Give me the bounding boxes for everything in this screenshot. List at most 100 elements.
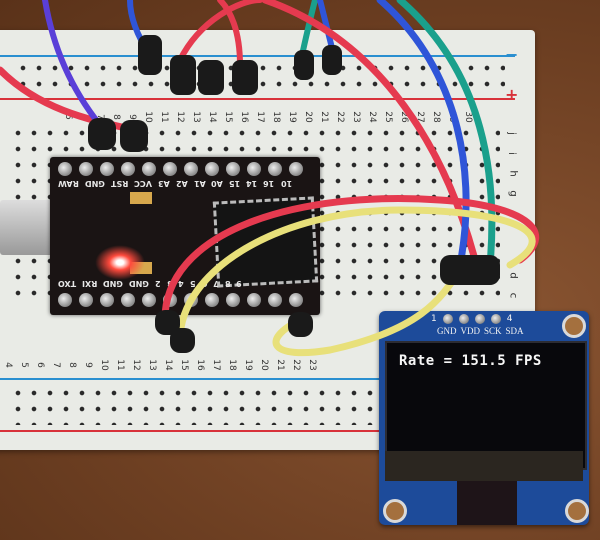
mount-hole bbox=[565, 499, 589, 523]
pin-label: 3 bbox=[166, 279, 173, 288]
mount-hole bbox=[383, 499, 407, 523]
pin bbox=[247, 293, 261, 307]
column-number: 18 bbox=[271, 111, 281, 123]
power-led-glow bbox=[95, 245, 145, 280]
row-label-j: j bbox=[505, 132, 517, 135]
pin bbox=[268, 162, 282, 176]
pin bbox=[226, 293, 240, 307]
column-number: 23 bbox=[351, 111, 361, 123]
oled-display-text: Rate = 151.5 FPS bbox=[399, 353, 542, 369]
column-number: 21 bbox=[319, 111, 329, 123]
pin bbox=[442, 314, 453, 324]
column-number: 28 bbox=[431, 111, 441, 123]
pin bbox=[163, 162, 177, 176]
top-rail-holes bbox=[15, 60, 505, 92]
column-number: 13 bbox=[147, 359, 157, 371]
pin-label: 16 bbox=[263, 179, 275, 188]
column-number: 17 bbox=[255, 111, 265, 123]
pin-name-vdd: VDD bbox=[460, 326, 481, 336]
microcontroller-chip bbox=[212, 196, 319, 288]
column-number: 7 bbox=[95, 114, 105, 120]
bottom-column-numbers: 4 5 6 7 8 9 10 11 12 13 14 15 16 17 18 19 20 21 22 23 bbox=[0, 359, 320, 371]
column-number: 9 bbox=[127, 114, 137, 120]
column-number: 16 bbox=[195, 359, 205, 371]
pin-label: 4 bbox=[178, 279, 184, 288]
column-number: 25 bbox=[383, 111, 393, 123]
pin bbox=[289, 162, 303, 176]
column-number: 15 bbox=[179, 359, 189, 371]
pin-label: 9 bbox=[236, 279, 242, 288]
column-number: 14 bbox=[207, 111, 217, 123]
pin-label: 2 bbox=[155, 279, 161, 288]
pro-micro-board: RAW GND RST VCC A3 A2 A1 A0 15 14 16 10 TXO RXI GND GN… bbox=[50, 157, 320, 315]
pin bbox=[100, 162, 114, 176]
pin bbox=[458, 314, 469, 324]
pin bbox=[142, 293, 156, 307]
pin bbox=[184, 293, 198, 307]
pin-label: 14 bbox=[246, 179, 258, 188]
rail-minus-label: − bbox=[505, 45, 519, 64]
bottom-rail-holes bbox=[10, 385, 380, 425]
photo-scene: 5 6 7 8 9 10 11 12 13 14 15 16 17 18 19 20 21 22 23 24 25 26 2… bbox=[0, 0, 600, 540]
pin-label: GND bbox=[129, 279, 150, 288]
top-pin-header bbox=[58, 162, 303, 176]
pin bbox=[247, 162, 261, 176]
column-number: 15 bbox=[223, 111, 233, 123]
oled-pin-names: GND VDD SCK SDA bbox=[437, 326, 524, 336]
column-number: 22 bbox=[335, 111, 345, 123]
column-number: 10 bbox=[143, 111, 153, 123]
top-rail-red-line bbox=[0, 98, 515, 100]
column-number: 13 bbox=[191, 111, 201, 123]
pin bbox=[142, 162, 156, 176]
pin-label: 5 bbox=[190, 279, 196, 288]
pin-index-start: 1 bbox=[431, 314, 437, 324]
column-number: 10 bbox=[99, 359, 109, 371]
oled-display-module: 1 4 GND VDD SCK SDA Rate = 151.5 FPS bbox=[379, 311, 589, 525]
row-label-i: i bbox=[505, 152, 517, 155]
pin-label: A2 bbox=[175, 179, 188, 188]
column-number: 8 bbox=[67, 362, 77, 368]
pin bbox=[58, 162, 72, 176]
oled-pin-header: 1 4 bbox=[431, 314, 512, 324]
top-column-numbers: 5 6 7 8 9 10 11 12 13 14 15 16 17 18 19 20 21 22 23 24 25 26 2… bbox=[60, 111, 476, 123]
pin-label: A1 bbox=[193, 179, 206, 188]
pin-label: TXO bbox=[58, 279, 77, 288]
pin-label: 6 bbox=[201, 279, 208, 288]
column-number: 29 bbox=[447, 111, 457, 123]
pin-label: RST bbox=[110, 179, 129, 188]
column-number: 16 bbox=[239, 111, 249, 123]
top-pin-labels: RAW GND RST VCC A3 A2 A1 A0 15 14 16 10 bbox=[58, 179, 298, 188]
column-number: 8 bbox=[111, 114, 121, 120]
column-number: 11 bbox=[159, 111, 169, 123]
column-number: 7 bbox=[51, 362, 61, 368]
pin-label: RXI bbox=[82, 279, 98, 288]
pin bbox=[184, 162, 198, 176]
pin-name-sck: SCK bbox=[484, 326, 502, 336]
column-number: 14 bbox=[163, 359, 173, 371]
pin-label: 10 bbox=[280, 179, 292, 188]
column-number: 17 bbox=[211, 359, 221, 371]
column-number: 18 bbox=[227, 359, 237, 371]
pin bbox=[289, 293, 303, 307]
row-label-c: c bbox=[507, 292, 519, 299]
column-number: 24 bbox=[367, 111, 377, 123]
pin-label: GND bbox=[84, 179, 105, 188]
column-number: 19 bbox=[243, 359, 253, 371]
pin bbox=[163, 293, 177, 307]
pin-label: 8 bbox=[224, 279, 231, 288]
capacitor bbox=[130, 192, 152, 204]
column-number: 12 bbox=[175, 111, 185, 123]
column-number: 4 bbox=[3, 362, 13, 368]
column-number: 12 bbox=[131, 359, 141, 371]
column-number: 5 bbox=[63, 114, 73, 120]
column-number: 22 bbox=[291, 359, 301, 371]
column-number: 19 bbox=[287, 111, 297, 123]
row-label-h: h bbox=[507, 170, 519, 177]
pin bbox=[205, 293, 219, 307]
mount-hole bbox=[562, 314, 586, 338]
pin bbox=[268, 293, 282, 307]
pin-label: RAW bbox=[58, 179, 79, 188]
pin-label: GND bbox=[103, 279, 124, 288]
pin bbox=[226, 162, 240, 176]
column-number: 26 bbox=[399, 111, 409, 123]
